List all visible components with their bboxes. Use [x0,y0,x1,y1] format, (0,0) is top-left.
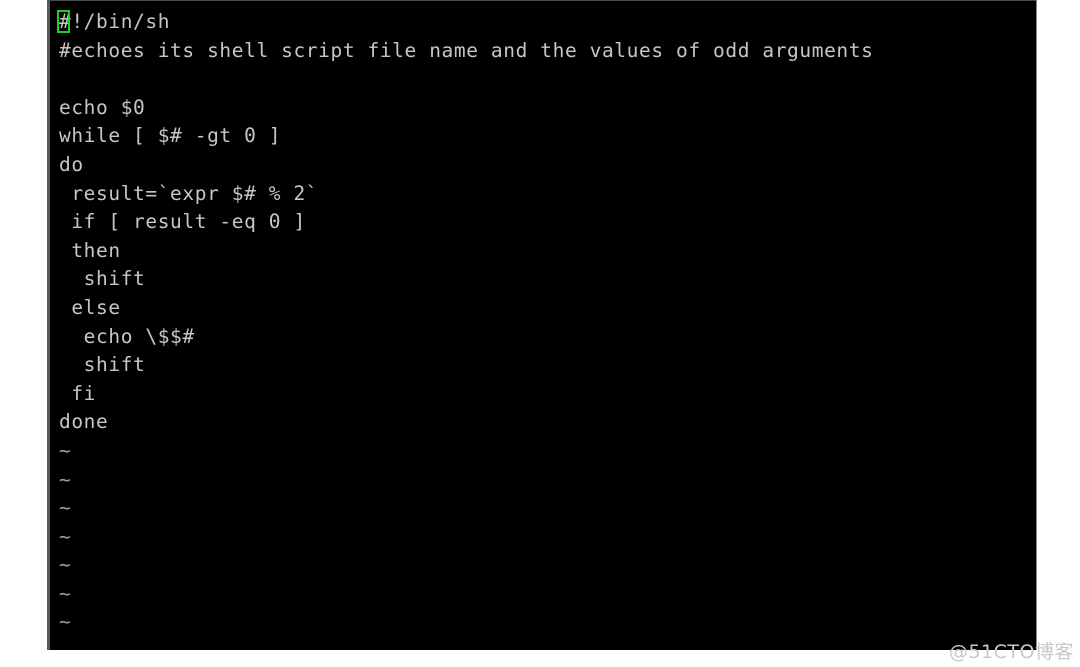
editor-line-text: done [59,410,109,434]
editor-line-text: ~ [59,467,72,491]
editor-line-text: while [ $# -gt 0 ] [59,124,282,148]
editor-code-line[interactable]: result=`expr $# % 2` [50,180,1036,209]
editor-line-text: shift [59,267,146,291]
editor-text-area[interactable]: #!/bin/sh #echoes its shell script file n… [50,8,1036,650]
editor-empty-line-marker[interactable]: ~ [50,551,1036,580]
editor-line-text: ~ [59,639,71,650]
editor-line-text: #echoes its shell script file name and t… [59,38,874,62]
editor-line-text: echo $0 [59,95,146,119]
editor-line-text: then [59,238,121,262]
editor-line-text: if [ result -eq 0 ] [59,210,306,234]
editor-empty-line-marker[interactable]: ~ [50,494,1036,523]
editor-empty-line-marker[interactable]: ~ [50,580,1036,609]
text-cursor: # [56,8,71,37]
editor-code-line[interactable]: while [ $# -gt 0 ] [50,122,1036,151]
editor-line-text: ~ [59,524,72,548]
watermark: @51CTO博客 [948,641,1074,663]
editor-empty-line-marker[interactable]: ~ [50,608,1036,637]
editor-line-text: ~ [59,496,72,520]
editor-empty-line-marker[interactable]: ~ [50,637,1036,650]
editor-code-line[interactable]: #!/bin/sh [50,8,1036,37]
editor-empty-line-marker[interactable]: ~ [50,466,1036,495]
editor-line-text: !/bin/sh [71,10,171,33]
editor-code-line[interactable]: #echoes its shell script file name and t… [50,37,1036,66]
editor-code-line[interactable]: echo $0 [50,94,1036,123]
editor-line-text: echo \$$# [59,324,195,348]
editor-code-line[interactable]: shift [50,351,1036,380]
editor-empty-line-marker[interactable]: ~ [50,523,1036,552]
editor-empty-line-marker[interactable]: ~ [50,437,1036,466]
editor-line-text: fi [59,381,97,405]
editor-line-text: ~ [59,581,72,605]
editor-line-text: result=`expr $# % 2` [59,181,319,205]
editor-code-line[interactable]: then [50,237,1036,266]
editor-code-line[interactable] [50,65,1036,94]
editor-line-text: shift [59,353,146,377]
editor-code-line[interactable]: else [50,294,1036,323]
editor-line-text: do [59,152,84,176]
editor-code-line[interactable]: done [50,408,1036,437]
editor-code-line[interactable]: do [50,151,1036,180]
editor-line-text: ~ [59,438,72,462]
editor-line-text: else [59,295,121,319]
editor-code-line[interactable]: fi [50,380,1036,409]
editor-line-text: ~ [59,610,72,634]
editor-code-line[interactable]: echo \$$# [50,323,1036,352]
editor-code-line[interactable]: if [ result -eq 0 ] [50,208,1036,237]
editor-line-text: ~ [59,553,72,577]
editor-code-line[interactable]: shift [50,265,1036,294]
terminal-window[interactable]: #!/bin/sh #echoes its shell script file n… [47,0,1037,650]
